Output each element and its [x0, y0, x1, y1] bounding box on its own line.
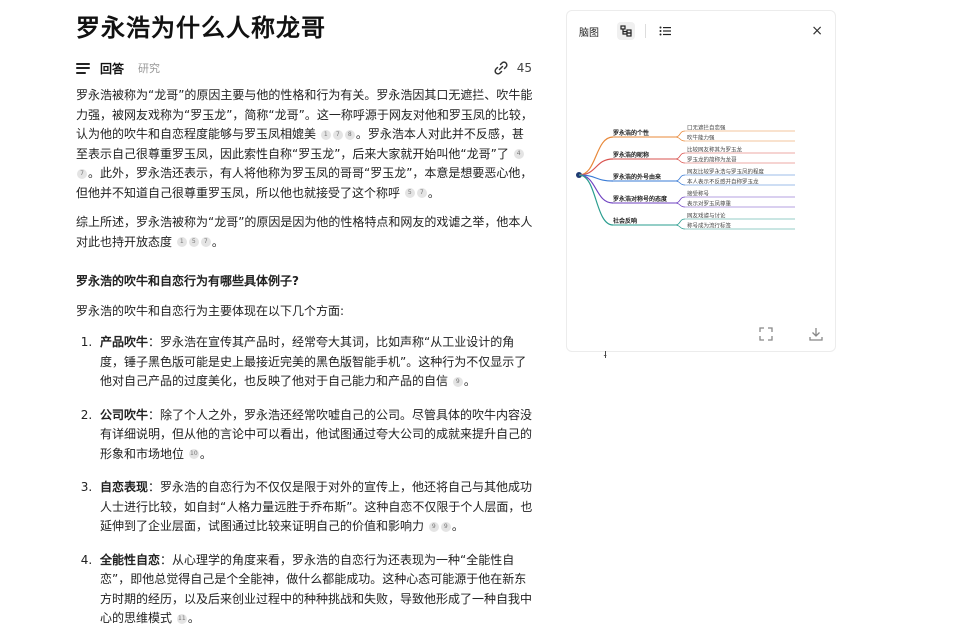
citation-badge[interactable]: 10: [188, 449, 199, 459]
answer-tabs: 回答 研究 45: [76, 58, 532, 78]
link-icon: [494, 61, 508, 75]
citation-badge[interactable]: 4: [513, 149, 524, 159]
mindmap-leaf-node[interactable]: 罗玉龙的简称为龙哥: [687, 156, 737, 164]
mindmap-branch-line: [578, 136, 614, 176]
mindmap-leaf-node[interactable]: 口无遮拦自恋强: [687, 124, 726, 132]
mindmap-leaf-line: [674, 130, 686, 138]
text-cursor-icon: I̵: [604, 350, 607, 361]
tree-structure-icon: [620, 25, 632, 37]
citation-badge[interactable]: 5: [404, 188, 415, 198]
fullscreen-icon[interactable]: [759, 327, 773, 341]
mindmap-leaf-node[interactable]: 吹牛能力强: [687, 134, 715, 142]
paragraph-2: 综上所述，罗永浩被称为“龙哥”的原因是因为他的性格特点和网友的戏谑之举，他本人对…: [76, 215, 533, 249]
citation-badge[interactable]: 9: [452, 376, 463, 387]
outline-view-button[interactable]: [656, 22, 674, 40]
citation-badge[interactable]: 1: [320, 129, 331, 140]
citation-badge[interactable]: 11: [176, 613, 187, 624]
mindmap-branch-node[interactable]: 罗永浩的个性: [613, 129, 649, 137]
mindmap-branch-node[interactable]: 罗永浩对称号的态度: [613, 195, 668, 203]
citation-badge[interactable]: 9: [428, 521, 439, 532]
citation-badge[interactable]: 8: [344, 129, 355, 140]
tab-research[interactable]: 研究: [138, 60, 160, 76]
mindmap-tab-label[interactable]: 脑图: [579, 24, 599, 39]
mindmap-leaf-node[interactable]: 网友比较罗永浩与罗玉凤的程度: [687, 168, 765, 176]
mindmap-leaf-line: [674, 196, 686, 204]
divider: [645, 24, 646, 38]
share-button[interactable]: 45: [493, 60, 532, 76]
mindmap-header: 脑图 ×: [567, 11, 835, 51]
mindmap-leaf-line: [674, 224, 686, 230]
mindmap-leaf-node[interactable]: 表示对罗玉凤尊重: [687, 200, 732, 208]
mindmap-branch-node[interactable]: 罗永浩的昵称: [613, 151, 649, 159]
mindmap-footer: [759, 327, 823, 341]
mindmap-leaf-node[interactable]: 比较网友称其为罗玉龙: [687, 146, 743, 154]
mindmap-leaf-line: [674, 174, 686, 182]
mindmap-leaf-line: [674, 180, 686, 186]
section-intro: 罗永浩的吹牛和自恋行为主要体现在以下几个方面:: [76, 303, 345, 318]
citation-badge[interactable]: 1: [176, 237, 187, 247]
page-title: 罗永浩为什么人称龙哥: [76, 14, 326, 42]
download-icon[interactable]: [809, 327, 823, 341]
list-icon: [659, 26, 671, 36]
list-item: 自恋表现：罗永浩的自恋行为不仅仅是限于对外的宣传上，他还将自己与其他成功人士进行…: [96, 478, 534, 537]
mindmap-leaf-line: [674, 136, 686, 142]
citation-badge[interactable]: 5: [188, 237, 199, 247]
mindmap-leaf-node[interactable]: 本人表示不反感并自称罗玉龙: [687, 178, 759, 186]
mindmap-branch-node[interactable]: 社会反响: [612, 217, 637, 225]
mindmap-panel: 脑图 × 罗永浩的个性 口无遮拦自恋强 吹牛能力强 罗永浩的昵称 比较网友称其为罗玉龙罗…: [566, 10, 836, 352]
mindmap-leaf-node[interactable]: 称号成为流行标签: [687, 222, 732, 230]
mindmap-leaf-line: [674, 158, 686, 164]
citation-badge[interactable]: 7: [77, 168, 87, 179]
section-heading: 罗永浩的吹牛和自恋行为有哪些具体例子?: [76, 274, 299, 288]
mindmap-leaf-line: [674, 152, 686, 160]
citation-badge[interactable]: 7: [200, 237, 211, 247]
mindmap-diagram: 罗永浩的个性 口无遮拦自恋强吹牛能力强罗永浩的昵称 比较网友称其为罗玉龙罗玉龙的简称…: [576, 124, 795, 230]
paragraph-1: 罗永浩被称为“龙哥”的原因主要与他的性格和行为有关。罗永浩因其口无遮拦、吹牛能力…: [76, 88, 533, 200]
citation-badge[interactable]: 7: [416, 188, 427, 198]
share-count: 45: [516, 61, 532, 75]
close-icon[interactable]: ×: [811, 23, 823, 39]
examples-list: 产品吹牛：罗永浩在宣传其产品时，经常夸大其词，比如声称“从工业设计的角度，锤子黑…: [76, 333, 534, 629]
mindmap-branch-line: [578, 174, 614, 226]
menu-lines-icon: [76, 62, 90, 74]
list-item: 产品吹牛：罗永浩在宣传其产品时，经常夸大其词，比如声称“从工业设计的角度，锤子黑…: [96, 333, 534, 392]
mindmap-leaf-node[interactable]: 接受称号: [687, 190, 710, 198]
mindmap-branch-line: [578, 158, 614, 176]
mindmap-branch-node[interactable]: 罗永浩的外号由来: [613, 173, 662, 181]
mindmap-leaf-line: [674, 202, 686, 208]
citation-badge[interactable]: 9: [440, 521, 451, 532]
citation-badge[interactable]: 7: [332, 129, 343, 140]
tab-answer[interactable]: 回答: [100, 60, 124, 77]
answer-content: 罗永浩被称为“龙哥”的原因主要与他的性格和行为有关。罗永浩因其口无遮拦、吹牛能力…: [76, 86, 534, 643]
list-item: 全能性自恋：从心理学的角度来看，罗永浩的自恋行为还表现为一种“全能性自恋”，即他…: [96, 551, 534, 629]
list-item: 公司吹牛：除了个人之外，罗永浩还经常吹嘘自己的公司。尽管具体的吹牛内容没有详细说…: [96, 406, 534, 465]
mindmap-view-button[interactable]: [617, 22, 635, 40]
mindmap-leaf-node[interactable]: 网友戏谑与讨论: [687, 212, 726, 220]
mindmap-leaf-line: [674, 218, 686, 226]
